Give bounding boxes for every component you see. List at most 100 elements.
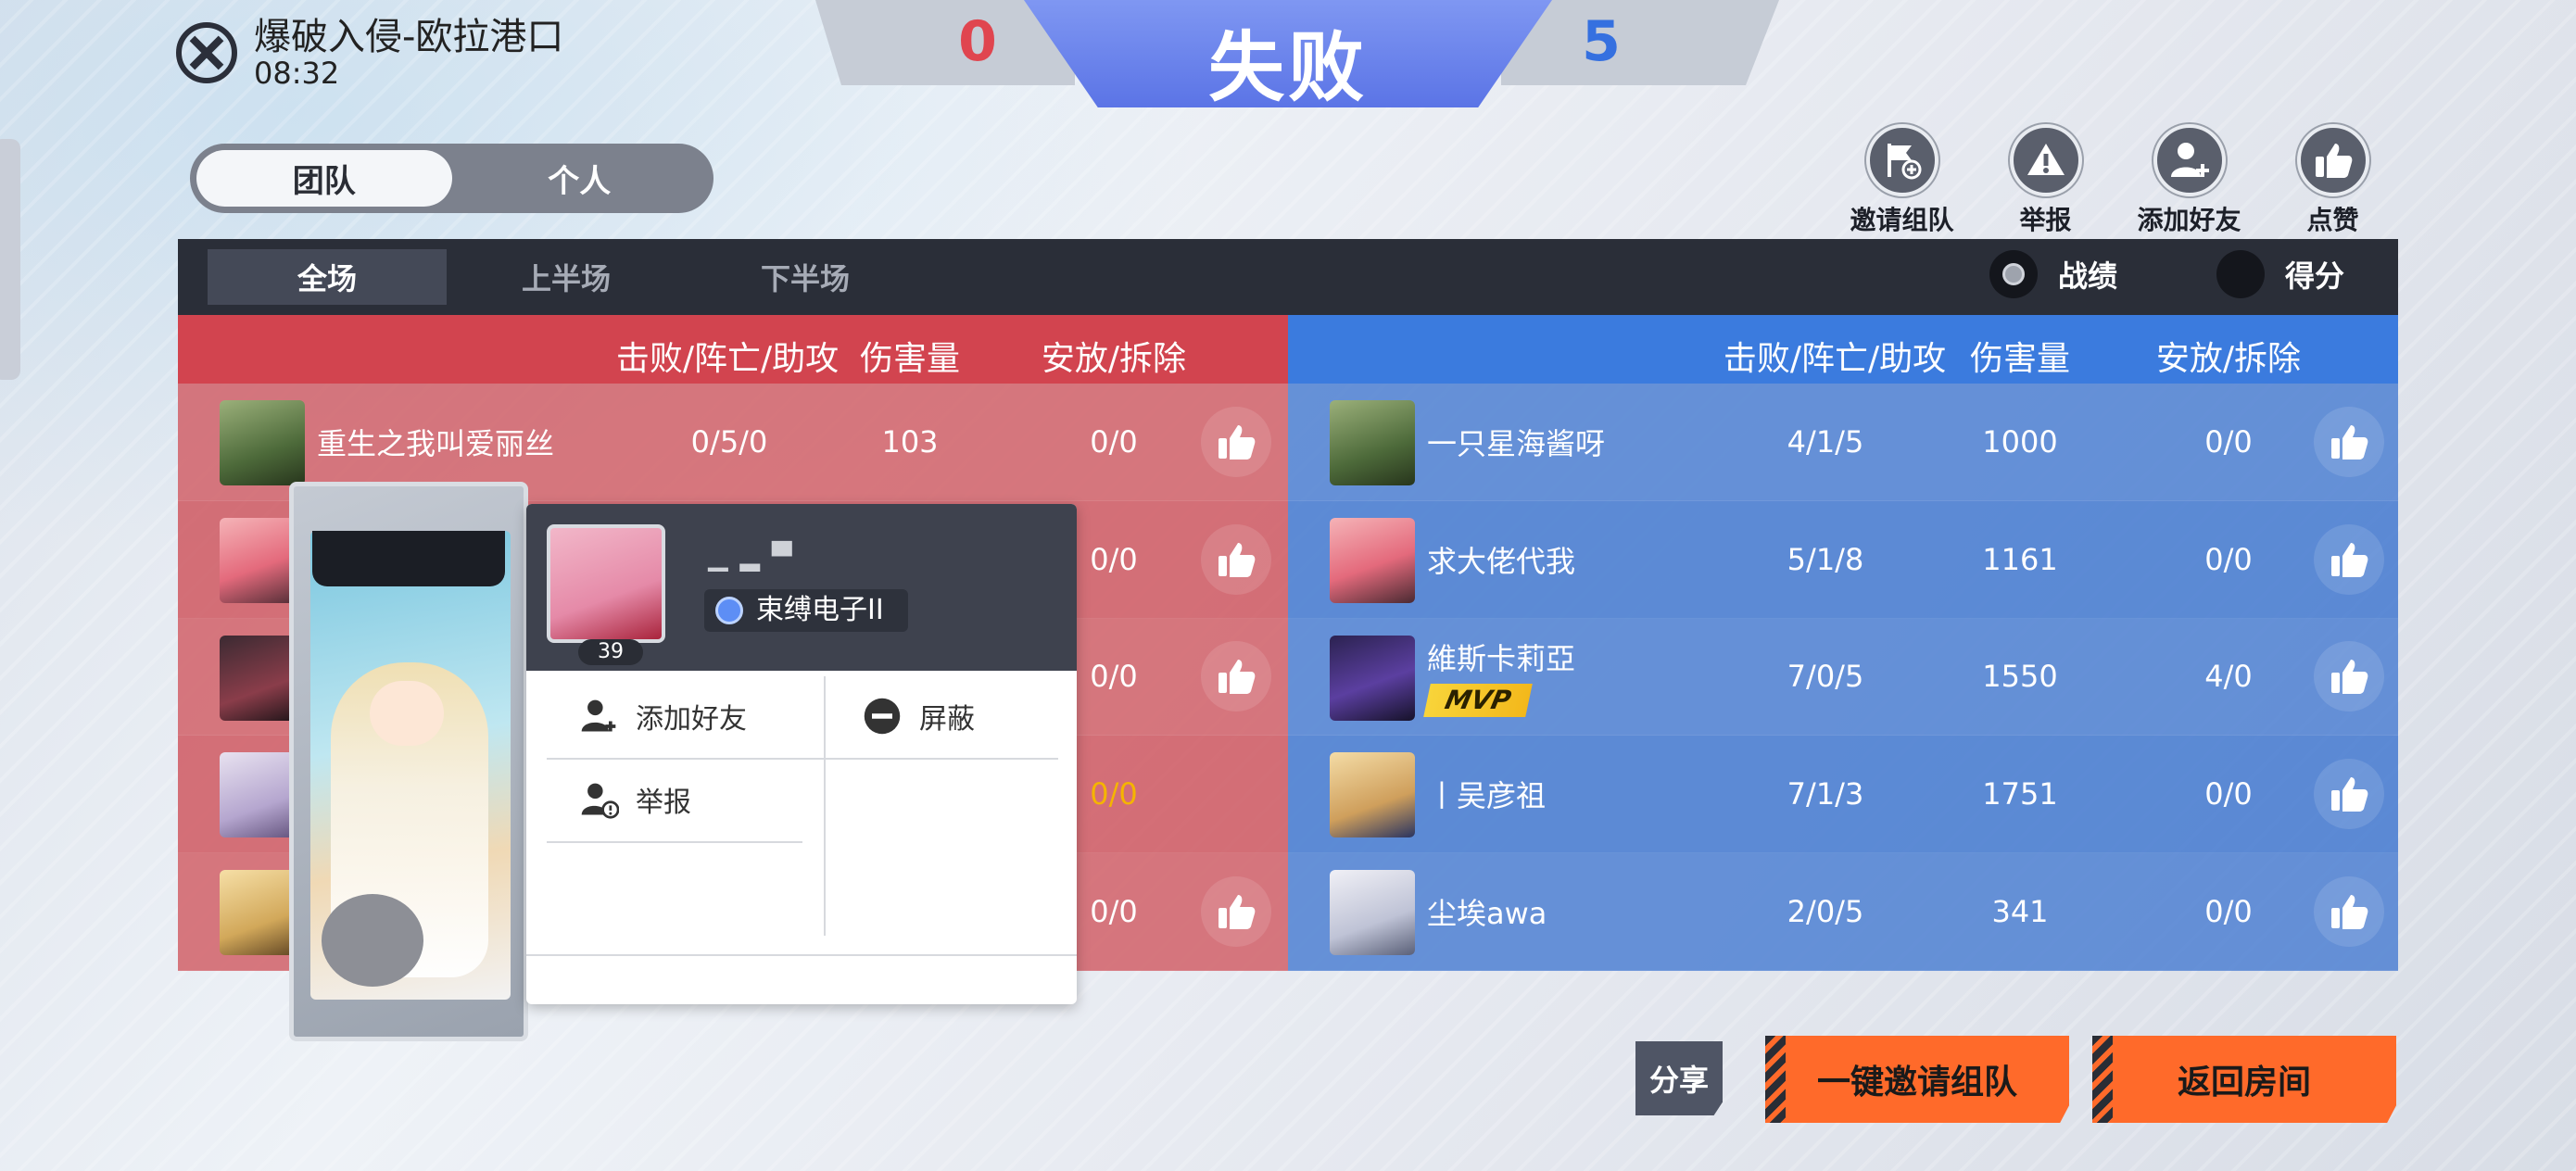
back-to-room-button[interactable]: 返回房间 (2092, 1036, 2396, 1123)
period-tab-first-half[interactable]: 上半场 (447, 249, 686, 305)
action-bar: 邀请组队 举报 添加好友 点赞 (1830, 124, 2405, 237)
player-profile-header: 39 ▁ ▂ ▀ 束缚电子II (526, 504, 1077, 671)
add-friend-button[interactable]: 添加好友 (2117, 124, 2261, 237)
avatar[interactable] (1330, 635, 1415, 721)
table-row[interactable]: 尘埃awa 2/0/5 341 0/0 (1288, 853, 2398, 971)
period-tab-second-half[interactable]: 下半场 (686, 249, 925, 305)
report-menu-item[interactable]: 举报 (578, 758, 691, 841)
block-menu-item[interactable]: 屏蔽 (862, 674, 975, 758)
share-button[interactable]: 分享 (1635, 1041, 1723, 1115)
thumbs-up-icon[interactable] (1201, 641, 1271, 712)
invite-team-icon (1865, 124, 1938, 196)
player-kda: 0/5/0 (690, 423, 768, 460)
period-tab-full[interactable]: 全场 (208, 249, 447, 305)
invite-all-button[interactable]: 一键邀请组队 (1765, 1036, 2069, 1123)
player-plant: 0/0 (2204, 894, 2253, 930)
table-row[interactable]: 維斯卡莉亞 MVP 7/0/5 1550 4/0 (1288, 618, 2398, 737)
thumbs-up-icon[interactable] (2314, 876, 2384, 948)
blue-team-header: 击败/阵亡/助攻 伤害量 安放/拆除 (1288, 315, 2398, 384)
player-kda: 5/1/8 (1787, 541, 1864, 577)
avatar[interactable] (1330, 400, 1415, 485)
thumbs-up-icon[interactable] (2314, 523, 2384, 595)
blue-team-panel: 击败/阵亡/助攻 伤害量 安放/拆除 一只星海酱呀 4/1/5 1000 0/0 (1288, 315, 2398, 971)
thumbs-up-icon[interactable] (1201, 876, 1271, 948)
invite-team-button[interactable]: 邀请组队 (1830, 124, 1974, 237)
table-row[interactable]: 求大佬代我 5/1/8 1161 0/0 (1288, 501, 2398, 619)
col-damage: 伤害量 (859, 340, 960, 378)
player-plant: 4/0 (2204, 659, 2253, 695)
rank-icon (715, 597, 743, 624)
thumbs-up-icon[interactable] (2314, 406, 2384, 477)
match-time: 08:32 (254, 56, 340, 91)
player-plant: 0/0 (2204, 541, 2253, 577)
match-result: 失败 (1207, 24, 1368, 112)
col-damage: 伤害量 (1969, 340, 2070, 378)
col-plant: 安放/拆除 (2155, 340, 2302, 378)
report-button[interactable]: 举报 (1974, 124, 2117, 237)
back-to-room-label: 返回房间 (2177, 1064, 2311, 1102)
player-kda: 7/0/5 (1787, 659, 1864, 695)
table-row[interactable]: 一只星海酱呀 4/1/5 1000 0/0 (1288, 384, 2398, 501)
thumbs-up-icon[interactable] (2314, 759, 2384, 830)
record-label: 战绩 (2058, 258, 2118, 294)
thumbs-up-icon (2296, 124, 2369, 196)
add-friend-icon (2153, 124, 2226, 196)
invite-all-label: 一键邀请组队 (1816, 1064, 2017, 1102)
player-kda: 4/1/5 (1787, 423, 1864, 460)
block-menu-label: 屏蔽 (919, 703, 975, 736)
view-option-score[interactable]: 得分 (2216, 250, 2344, 298)
thumbs-up-icon[interactable] (1201, 406, 1271, 477)
red-team-score: 0 (958, 9, 997, 74)
player-plant: 0/0 (2204, 423, 2253, 460)
player-name-hidden: ▁ ▂ ▀ (708, 541, 794, 572)
avatar[interactable] (1330, 517, 1415, 603)
map-info: 爆破入侵-欧拉港口 08:32 (176, 17, 563, 89)
invite-team-label: 邀请组队 (1850, 205, 1954, 235)
team-personal-toggle: 团队 个人 (190, 144, 713, 213)
warning-icon (2009, 124, 2082, 196)
rank-badge: 束缚电子II (704, 589, 908, 632)
score-label: 得分 (2285, 258, 2345, 294)
player-damage: 1161 (1982, 541, 2058, 577)
player-context-menu: 39 ▁ ▂ ▀ 束缚电子II 添加好友 屏蔽 举报 (526, 504, 1077, 1004)
like-button[interactable]: 点赞 (2261, 124, 2405, 237)
player-kda: 2/0/5 (1787, 894, 1864, 930)
player-name: 尘埃awa (1427, 896, 1547, 932)
thumbs-up-icon[interactable] (2314, 641, 2384, 712)
player-damage: 103 (881, 423, 939, 460)
player-name: 維斯卡莉亞 (1427, 640, 1576, 676)
tab-team[interactable]: 团队 (196, 150, 452, 207)
report-icon (581, 783, 619, 819)
score-radio[interactable] (2216, 250, 2265, 298)
player-card-art (289, 482, 528, 1041)
divider (547, 841, 802, 843)
col-plant: 安放/拆除 (1041, 340, 1187, 378)
avatar[interactable] (1330, 870, 1415, 956)
player-name: 一只星海酱呀 (1427, 425, 1606, 461)
player-name: 丨吴彦祖 (1427, 778, 1547, 814)
add-friend-menu-item[interactable]: 添加好友 (578, 674, 747, 758)
player-plant: 0/0 (1090, 423, 1138, 460)
divider (526, 954, 1077, 956)
menu-options: 添加好友 屏蔽 举报 (547, 671, 1058, 939)
player-damage: 1000 (1982, 423, 2058, 460)
avatar[interactable] (220, 400, 305, 485)
player-level: 39 (578, 639, 643, 665)
scoreboard-header: 全场 上半场 下半场 战绩 得分 (178, 239, 2398, 315)
tab-personal[interactable]: 个人 (452, 150, 708, 207)
player-kda: 7/1/3 (1787, 776, 1864, 812)
player-name: 求大佬代我 (1427, 543, 1576, 579)
avatar (547, 524, 665, 643)
avatar[interactable] (1330, 752, 1415, 838)
table-row[interactable]: 丨吴彦祖 7/1/3 1751 0/0 (1288, 736, 2398, 854)
player-damage: 341 (1991, 894, 2049, 930)
col-kda: 击败/阵亡/助攻 (615, 340, 840, 378)
side-drawer-handle[interactable] (0, 139, 20, 380)
card-notch (312, 531, 505, 586)
record-radio[interactable] (1989, 250, 2038, 298)
thumbs-up-icon[interactable] (1201, 523, 1271, 595)
block-icon (864, 698, 901, 735)
player-plant: 0/0 (2204, 776, 2253, 812)
player-damage: 1550 (1982, 659, 2058, 695)
view-option-record[interactable]: 战绩 (1989, 250, 2117, 298)
